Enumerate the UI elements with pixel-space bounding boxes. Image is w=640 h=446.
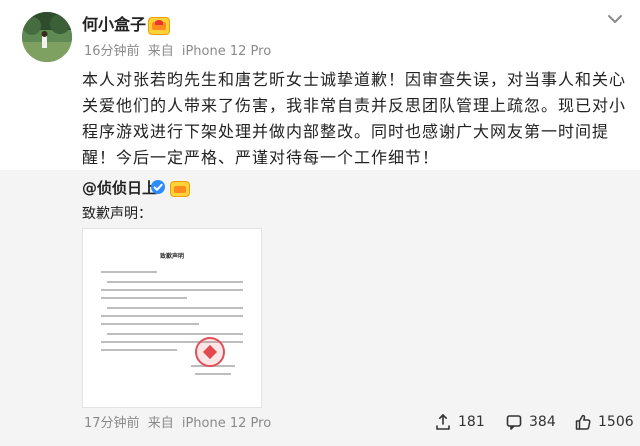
- like-icon: [575, 414, 591, 430]
- author-name[interactable]: 何小盒子: [82, 15, 146, 35]
- comment-count: 384: [529, 414, 556, 430]
- comment-button[interactable]: 384: [505, 412, 556, 432]
- post-source-prefix: 来自: [147, 44, 174, 59]
- text-line: [195, 373, 231, 375]
- text-line: [107, 281, 243, 283]
- text-line: [101, 271, 157, 273]
- letter-title: 致歉声明: [159, 253, 184, 260]
- reposted-time: 17分钟前: [84, 416, 140, 431]
- share-icon: [436, 414, 450, 430]
- comment-icon: [506, 415, 522, 430]
- reposted-author[interactable]: @侦侦日上: [82, 178, 157, 198]
- avatar-image: [22, 12, 72, 62]
- post-device[interactable]: iPhone 12 Pro: [182, 44, 271, 59]
- avatar[interactable]: [22, 12, 72, 62]
- share-button[interactable]: 181: [434, 412, 485, 432]
- reposted-device[interactable]: iPhone 12 Pro: [182, 416, 271, 431]
- text-line: [107, 333, 243, 335]
- text-line: [101, 349, 177, 351]
- verified-icon: [151, 180, 165, 194]
- text-line: [101, 289, 243, 291]
- apology-letter-image[interactable]: 致歉声明: [82, 228, 262, 408]
- reposted-footer: 17分钟前 来自 iPhone 12 Pro 181 384 1506: [0, 412, 640, 446]
- reposted-card[interactable]: @侦侦日上 致歉声明： 致歉声明 17分钟前 来自 iPhone 12 Pro: [0, 170, 640, 446]
- chevron-down-icon[interactable]: [606, 12, 624, 26]
- like-button[interactable]: 1506: [574, 412, 634, 432]
- reposted-source-prefix: 来自: [147, 416, 174, 431]
- member-badge-icon: [148, 17, 170, 35]
- seal-stamp-icon: [195, 337, 225, 367]
- post-meta: 16分钟前 来自 iPhone 12 Pro: [84, 44, 275, 60]
- weibo-post: 何小盒子 16分钟前 来自 iPhone 12 Pro 本人对张若昀先生和唐艺昕…: [0, 0, 640, 170]
- text-line: [107, 307, 243, 309]
- reposted-meta: 17分钟前 来自 iPhone 12 Pro: [84, 416, 275, 432]
- text-line: [101, 315, 243, 317]
- text-line: [101, 323, 199, 325]
- member-badge-icon: [170, 181, 190, 197]
- like-count: 1506: [598, 414, 634, 430]
- share-count: 181: [458, 414, 485, 430]
- post-content: 本人对张若昀先生和唐艺昕女士诚挚道歉！因审查失误，对当事人和关心关爱他们的人带来…: [82, 70, 627, 167]
- reposted-text: 致歉声明：: [82, 206, 152, 222]
- post-time: 16分钟前: [84, 44, 140, 59]
- text-line: [101, 297, 187, 299]
